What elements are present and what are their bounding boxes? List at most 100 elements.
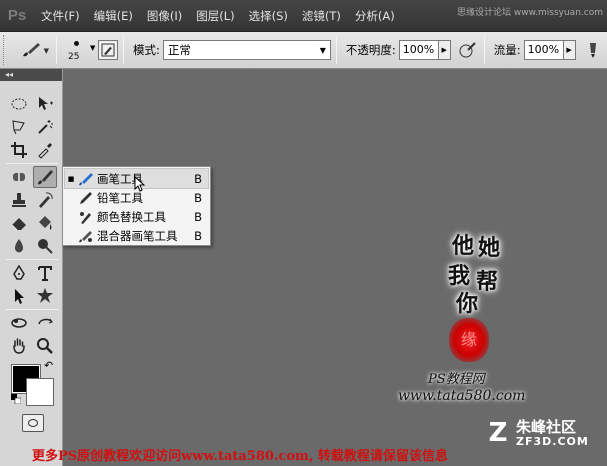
mouse-cursor-icon bbox=[134, 176, 146, 192]
color-replacement-icon bbox=[77, 209, 95, 225]
airbrush-button[interactable] bbox=[582, 39, 604, 61]
flyout-item-label: 混合器画笔工具 bbox=[97, 228, 178, 243]
brush-size-value: 25 bbox=[68, 52, 80, 62]
paint-bucket-tool[interactable] bbox=[33, 212, 57, 234]
dodge-icon bbox=[38, 239, 53, 254]
eyedropper-tool[interactable] bbox=[33, 139, 57, 161]
pressure-opacity-button[interactable] bbox=[457, 39, 479, 61]
3d-rotate-icon bbox=[11, 318, 27, 328]
custom-shape-tool[interactable] bbox=[33, 285, 57, 307]
flow-slider-button[interactable]: ▶ bbox=[563, 40, 576, 60]
type-tool[interactable] bbox=[33, 262, 57, 284]
quick-mask-icon bbox=[28, 419, 38, 427]
chevron-down-icon: ▼ bbox=[43, 47, 49, 55]
calligraphy-char: 帮 bbox=[476, 269, 499, 295]
lasso-tool[interactable] bbox=[7, 116, 31, 138]
flyout-item-mixer-brush[interactable]: 混合器画笔工具 B bbox=[65, 226, 208, 245]
menubar-watermark: 思缘设计论坛 www.missyuan.com bbox=[457, 8, 603, 18]
3d-rotate-tool[interactable] bbox=[7, 312, 31, 334]
shortcut-key: B bbox=[194, 171, 202, 186]
path-selection-tool[interactable] bbox=[7, 285, 31, 307]
elliptical-marquee-icon bbox=[11, 98, 27, 110]
menu-filter[interactable]: 滤镜(T) bbox=[295, 0, 348, 32]
brush-icon bbox=[77, 171, 95, 187]
divider bbox=[6, 163, 58, 164]
brush-tool[interactable] bbox=[33, 166, 57, 188]
site-logo-badge: Z 朱峰社区 ZF3D.COM bbox=[484, 416, 607, 450]
spot-healing-brush-tool[interactable] bbox=[7, 166, 31, 188]
mode-label: 模式: bbox=[133, 43, 160, 57]
shortcut-key: B bbox=[194, 228, 202, 243]
menu-image[interactable]: 图像(I) bbox=[140, 0, 189, 32]
menu-file[interactable]: 文件(F) bbox=[34, 0, 87, 32]
menu-edit[interactable]: 编辑(E) bbox=[87, 0, 140, 32]
calligraphy-char: 她 bbox=[478, 235, 501, 261]
flow-label: 流量: bbox=[493, 43, 521, 57]
photoshop-logo: Ps bbox=[7, 6, 27, 24]
crop-tool[interactable] bbox=[7, 139, 31, 161]
flow-input[interactable]: 100% bbox=[523, 40, 564, 60]
custom-shape-icon bbox=[37, 288, 53, 303]
watermark-title: PS教程网 bbox=[428, 372, 485, 387]
divider bbox=[123, 36, 124, 64]
options-bar: ▼ 25 ▼ 模式: 正常 ▼ 不透明度: 100% ▶ 流量: 100% ▶ bbox=[0, 32, 607, 69]
type-icon bbox=[38, 266, 52, 281]
brush-preset-picker[interactable]: 25 ▼ bbox=[62, 35, 98, 65]
options-bar-grip[interactable] bbox=[3, 35, 11, 65]
magic-wand-icon bbox=[38, 120, 53, 134]
zoom-tool[interactable] bbox=[33, 335, 57, 357]
default-colors-icon[interactable] bbox=[11, 394, 21, 404]
opacity-slider-button[interactable]: ▶ bbox=[438, 40, 451, 60]
menu-select[interactable]: 选择(S) bbox=[242, 0, 295, 32]
flyout-item-color-replacement[interactable]: 颜色替换工具 B bbox=[65, 207, 208, 226]
divider bbox=[335, 36, 337, 64]
hand-tool[interactable] bbox=[7, 335, 31, 357]
history-brush-tool[interactable] bbox=[33, 189, 57, 211]
toolbox-collapse-button[interactable]: ◂◂ bbox=[0, 69, 62, 81]
flyout-item-label: 颜色替换工具 bbox=[97, 209, 166, 224]
watermark-url: www.tata580.com bbox=[398, 388, 526, 404]
pen-icon bbox=[13, 264, 25, 280]
divider bbox=[483, 36, 485, 64]
paint-bucket-icon bbox=[39, 216, 52, 230]
site-name-en: ZF3D.COM bbox=[516, 434, 589, 448]
brush-icon bbox=[38, 170, 53, 185]
magic-wand-tool[interactable] bbox=[33, 116, 57, 138]
swap-colors-icon[interactable]: ↶ bbox=[44, 359, 53, 372]
divider bbox=[6, 309, 58, 310]
clone-stamp-tool[interactable] bbox=[7, 189, 31, 211]
zoom-icon bbox=[37, 338, 53, 354]
menu-layer[interactable]: 图层(L) bbox=[189, 0, 241, 32]
path-select-icon bbox=[15, 289, 24, 304]
chevron-down-icon: ▼ bbox=[319, 45, 326, 55]
healing-brush-icon bbox=[13, 173, 25, 181]
blur-tool[interactable] bbox=[7, 235, 31, 257]
dodge-tool[interactable] bbox=[33, 235, 57, 257]
background-color-swatch[interactable] bbox=[26, 378, 54, 406]
brush-panel-icon bbox=[101, 43, 115, 57]
brush-panel-toggle-button[interactable] bbox=[98, 40, 118, 60]
opacity-input[interactable]: 100% bbox=[398, 40, 439, 60]
blend-mode-select[interactable]: 正常 ▼ bbox=[162, 40, 331, 60]
divider bbox=[6, 259, 58, 260]
bottom-banner-text: 更多PS原创教程欢迎访问www.tata580.com, 转载教程请保留该信息 bbox=[32, 449, 448, 464]
shortcut-key: B bbox=[194, 190, 202, 205]
marquee-tool[interactable] bbox=[7, 93, 31, 115]
menu-analysis[interactable]: 分析(A) bbox=[348, 0, 402, 32]
site-name-cn: 朱峰社区 bbox=[516, 417, 577, 436]
polygonal-lasso-icon bbox=[12, 120, 25, 135]
quick-mask-button[interactable] bbox=[22, 414, 44, 432]
brush-icon bbox=[23, 43, 40, 57]
3d-orbit-icon bbox=[38, 318, 53, 325]
brush-tip-icon bbox=[74, 41, 79, 46]
blur-drop-icon bbox=[15, 239, 23, 253]
tool-preset-picker[interactable]: ▼ bbox=[11, 37, 51, 63]
move-tool[interactable] bbox=[33, 93, 57, 115]
chevron-down-icon: ▼ bbox=[90, 44, 96, 52]
eraser-tool[interactable] bbox=[7, 212, 31, 234]
history-brush-icon bbox=[39, 192, 53, 208]
pen-tool[interactable] bbox=[7, 262, 31, 284]
3d-orbit-tool[interactable] bbox=[33, 312, 57, 334]
pencil-icon bbox=[77, 190, 95, 206]
airbrush-icon bbox=[589, 43, 596, 58]
